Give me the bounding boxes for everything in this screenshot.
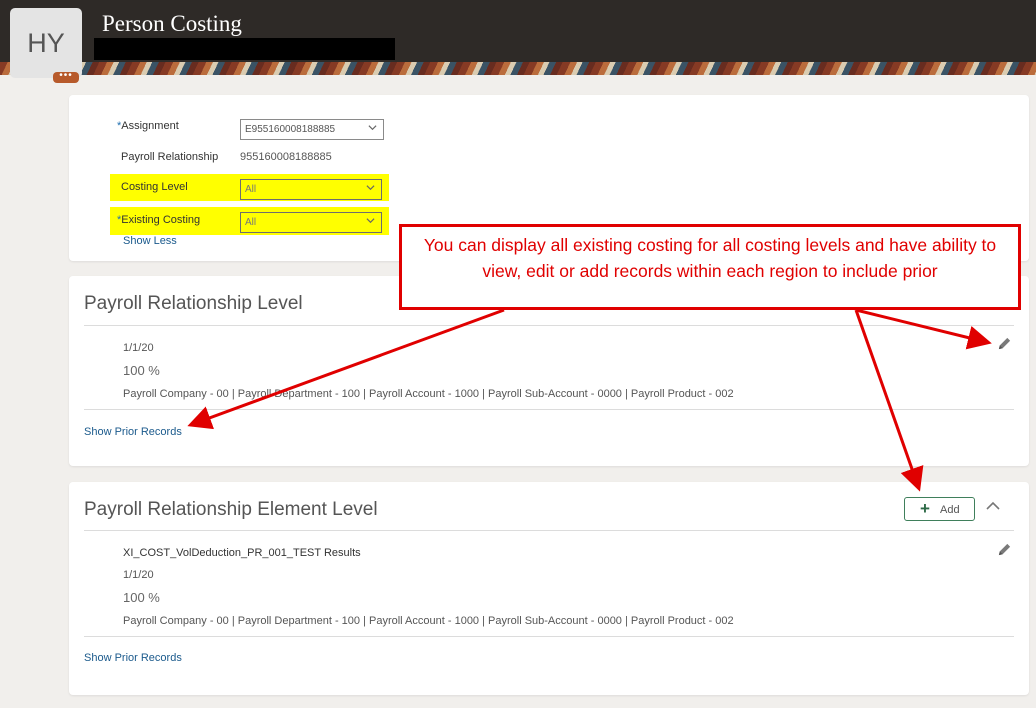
existing-costing-label: *Existing Costing: [117, 214, 201, 226]
plus-icon: +: [920, 499, 930, 518]
edit-pencil-icon[interactable]: [997, 336, 1013, 352]
record-percent: 100 %: [123, 363, 160, 378]
assignment-value: E955160008188885: [245, 124, 336, 135]
add-button-label: Add: [940, 504, 960, 516]
redacted-name: [94, 38, 395, 60]
avatar[interactable]: HY: [10, 8, 82, 78]
header-banner: [0, 62, 1036, 75]
record-date: 1/1/20: [123, 342, 154, 354]
existing-costing-value: All: [245, 217, 257, 228]
payroll-relationship-label: Payroll Relationship: [121, 151, 219, 163]
divider: [84, 530, 1014, 531]
annotation-callout: You can display all existing costing for…: [399, 224, 1021, 310]
divider: [84, 409, 1014, 410]
section-title: Payroll Relationship Element Level: [84, 499, 378, 520]
show-prior-records-link[interactable]: Show Prior Records: [84, 426, 182, 438]
show-prior-records-link[interactable]: Show Prior Records: [84, 652, 182, 664]
ellipsis-icon[interactable]: •••: [53, 71, 79, 83]
record-percent: 100 %: [123, 590, 160, 605]
chevron-down-icon: [366, 216, 375, 227]
avatar-initials: HY: [27, 27, 65, 58]
show-less-link[interactable]: Show Less: [123, 235, 177, 247]
payroll-relationship-element-level-card: Payroll Relationship Element Level + Add…: [69, 482, 1029, 695]
costing-level-value: All: [245, 184, 257, 195]
section-title: Payroll Relationship Level: [84, 293, 303, 314]
divider: [84, 325, 1014, 326]
add-button[interactable]: + Add: [904, 497, 975, 521]
divider: [84, 636, 1014, 637]
record-element: XI_COST_VolDeduction_PR_001_TEST Results: [123, 547, 361, 559]
payroll-relationship-value: 955160008188885: [240, 151, 332, 163]
assignment-select[interactable]: E955160008188885: [240, 119, 384, 140]
edit-pencil-icon[interactable]: [997, 542, 1013, 558]
costing-level-select[interactable]: All: [240, 179, 382, 200]
record-account: Payroll Company - 00 | Payroll Departmen…: [123, 615, 734, 627]
page-title: Person Costing: [102, 11, 242, 36]
record-account: Payroll Company - 00 | Payroll Departmen…: [123, 388, 734, 400]
existing-costing-select[interactable]: All: [240, 212, 382, 233]
chevron-up-icon[interactable]: [986, 498, 1004, 512]
assignment-label: *Assignment: [117, 120, 179, 132]
chevron-down-icon: [368, 123, 377, 134]
chevron-down-icon: [366, 183, 375, 194]
costing-level-label: Costing Level: [121, 181, 188, 193]
record-date: 1/1/20: [123, 569, 154, 581]
